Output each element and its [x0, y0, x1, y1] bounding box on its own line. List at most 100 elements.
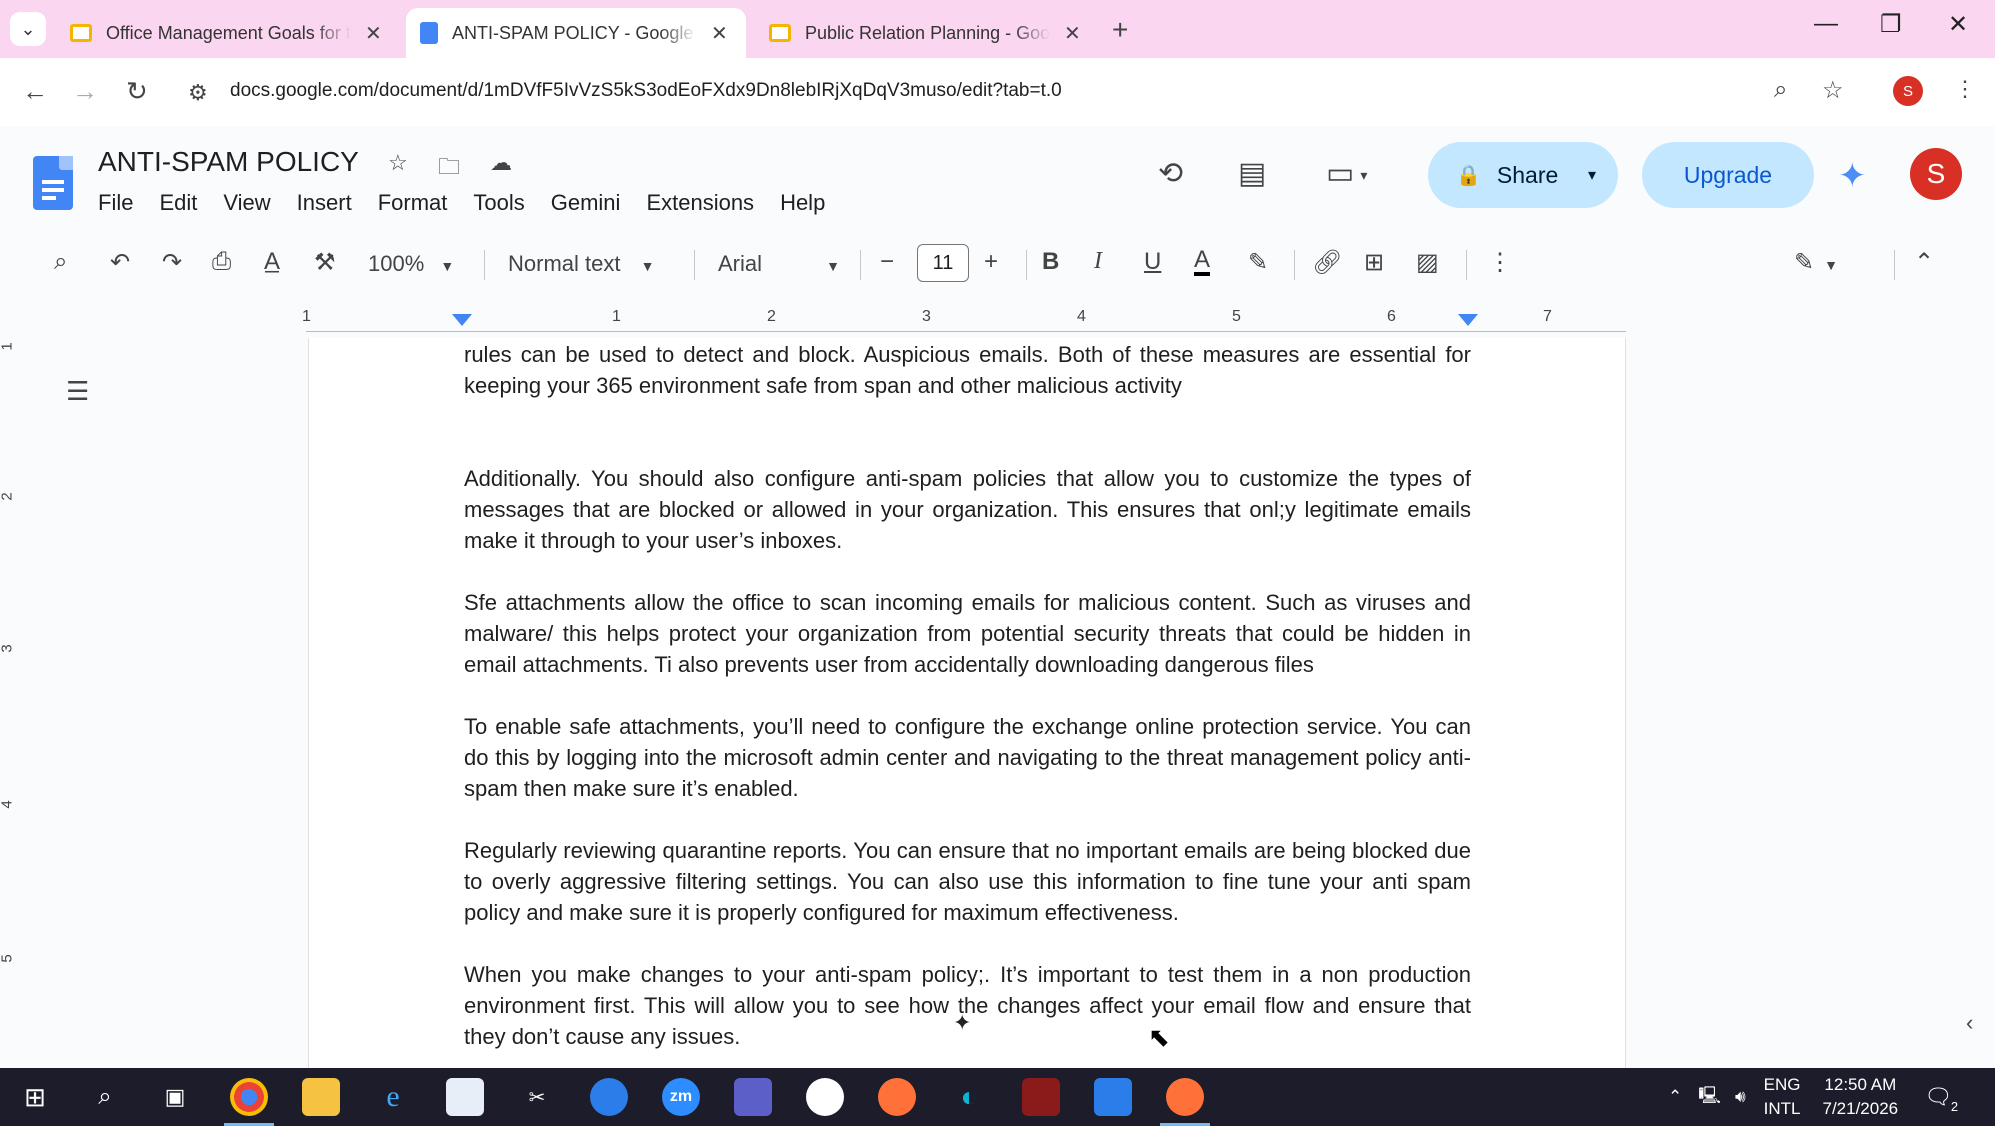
forward-icon[interactable]: →	[72, 76, 98, 107]
increase-font-size-button[interactable]: +	[984, 248, 998, 276]
search-icon[interactable]: ⌕	[86, 1078, 124, 1116]
share-button[interactable]: 🔒 Share ▾	[1428, 142, 1618, 208]
highlight-color-icon[interactable]: ✎	[1248, 248, 1268, 277]
paint-format-icon[interactable]: ⚒	[314, 248, 336, 277]
decrease-font-size-button[interactable]: −	[880, 248, 894, 276]
insert-comment-icon[interactable]: ⊞	[1364, 248, 1384, 277]
menu-view[interactable]: View	[223, 190, 270, 216]
hide-menus-icon[interactable]: ⌃	[1914, 248, 1934, 277]
menu-file[interactable]: File	[98, 190, 133, 216]
browser-profile-avatar[interactable]: S	[1893, 76, 1923, 106]
share-dropdown-icon[interactable]: ▾	[1588, 165, 1596, 185]
font-size-input[interactable]: 11	[917, 244, 969, 282]
file-explorer-icon[interactable]	[302, 1078, 340, 1116]
document-outline-icon[interactable]: ☰	[66, 376, 89, 407]
volume-icon[interactable]: 🔊︎	[1735, 1087, 1746, 1107]
snipping-tool-icon[interactable]: ✂	[518, 1078, 556, 1116]
editing-mode-icon[interactable]: ✎ ▼	[1794, 248, 1838, 277]
notification-icon[interactable]: 🗨 2	[1924, 1084, 1958, 1114]
task-view-icon[interactable]: ▣	[156, 1078, 194, 1116]
firefox-active-icon[interactable]	[1160, 1078, 1210, 1126]
tray-overflow-icon[interactable]: ⌃	[1668, 1087, 1682, 1107]
browser-menu-icon[interactable]: ⋮	[1954, 76, 1976, 102]
bold-icon[interactable]: B	[1042, 248, 1059, 276]
paragraph[interactable]: When you make changes to your anti-spam …	[464, 959, 1471, 1052]
search-menus-icon[interactable]: ⌕	[54, 248, 67, 276]
move-folder-icon[interactable]: 🗀	[438, 150, 460, 188]
tab-search-button[interactable]: ⌄	[10, 12, 46, 46]
menu-tools[interactable]: Tools	[473, 190, 524, 216]
zoom-icon[interactable]: ⌕	[1774, 76, 1787, 104]
menu-insert[interactable]: Insert	[297, 190, 352, 216]
back-icon[interactable]: ←	[22, 76, 48, 107]
menu-format[interactable]: Format	[378, 190, 448, 216]
close-icon[interactable]: ✕	[1064, 21, 1081, 46]
tab-anti-spam-policy[interactable]: ANTI-SPAM POLICY - Google D ✕	[406, 8, 746, 58]
internet-explorer-icon[interactable]: e	[374, 1078, 412, 1116]
star-icon[interactable]: ☆	[388, 150, 408, 176]
language-indicator[interactable]: ENG INTL	[1764, 1073, 1801, 1121]
spellcheck-icon[interactable]: A̲	[264, 248, 280, 276]
close-icon[interactable]: ✕	[711, 21, 728, 46]
side-panel-toggle-icon[interactable]: ‹	[1966, 1010, 1973, 1036]
paragraph[interactable]: To enable safe attachments, you’ll need …	[464, 711, 1471, 804]
document-body[interactable]: rules can be used to detect and block. A…	[464, 338, 1471, 1068]
menu-edit[interactable]: Edit	[159, 190, 197, 216]
cloud-saved-icon[interactable]: ☁	[490, 150, 512, 176]
underline-icon[interactable]: U	[1144, 248, 1161, 276]
close-icon[interactable]: ✕	[365, 21, 382, 46]
print-icon[interactable]: ⎙	[212, 248, 231, 276]
edge-app-icon[interactable]: ◐	[950, 1078, 988, 1116]
menu-extensions[interactable]: Extensions	[646, 190, 754, 216]
restore-button[interactable]: ❐	[1880, 10, 1902, 39]
new-tab-button[interactable]: +	[1112, 14, 1128, 46]
clock[interactable]: 12:50 AM 7/21/2026	[1823, 1073, 1899, 1121]
upgrade-button[interactable]: Upgrade	[1642, 142, 1814, 208]
insert-image-icon[interactable]: ▨	[1416, 248, 1439, 277]
italic-icon[interactable]: I	[1094, 248, 1102, 275]
zoom-select[interactable]: 100% ▼	[368, 251, 454, 277]
zoom-app-icon[interactable]: zm	[662, 1078, 700, 1116]
paragraph[interactable]: Regularly reviewing quarantine reports. …	[464, 835, 1471, 928]
left-indent-marker[interactable]	[452, 314, 472, 326]
document-page[interactable]: rules can be used to detect and block. A…	[308, 338, 1626, 1068]
gemini-icon[interactable]: ✦	[1838, 156, 1867, 196]
more-options-icon[interactable]: ⋮	[1488, 248, 1512, 277]
menu-gemini[interactable]: Gemini	[551, 190, 621, 216]
chrome-icon[interactable]	[224, 1078, 274, 1126]
slack-icon[interactable]	[806, 1078, 844, 1116]
minimize-button[interactable]: —	[1814, 10, 1838, 38]
windows-start-icon[interactable]: ⊞	[16, 1078, 54, 1116]
document-title[interactable]: ANTI-SPAM POLICY	[98, 146, 359, 178]
text-color-icon[interactable]: A	[1194, 248, 1211, 276]
url-field[interactable]: docs.google.com/document/d/1mDVfF5IvVzS5…	[230, 80, 1062, 102]
word-icon[interactable]	[1094, 1078, 1132, 1116]
teams-icon[interactable]	[734, 1078, 772, 1116]
firefox-icon[interactable]	[878, 1078, 916, 1116]
winrar-icon[interactable]	[1022, 1078, 1060, 1116]
paragraph[interactable]: rules can be used to detect and block. A…	[464, 339, 1471, 401]
paragraph[interactable]: Additionally. You should also configure …	[464, 463, 1471, 556]
comments-icon[interactable]: ▤	[1238, 156, 1266, 191]
tab-office-management[interactable]: Office Management Goals for t ✕	[56, 8, 396, 58]
right-indent-marker[interactable]	[1458, 314, 1478, 326]
redo-icon[interactable]: ↷	[162, 248, 182, 277]
thunderbird-icon[interactable]	[590, 1078, 628, 1116]
meet-icon[interactable]: ▭ ▾	[1326, 156, 1367, 191]
gemini-hover-icon[interactable]: ✦	[953, 1010, 971, 1036]
paragraph[interactable]: Sfe attachments allow the office to scan…	[464, 587, 1471, 680]
paragraph-style-select[interactable]: Normal text ▼	[508, 251, 654, 277]
menu-help[interactable]: Help	[780, 190, 825, 216]
font-select[interactable]: Arial ▼	[718, 251, 840, 277]
account-avatar[interactable]: S	[1910, 148, 1962, 200]
version-history-icon[interactable]: ⟲	[1158, 156, 1183, 191]
notepad-icon[interactable]	[446, 1078, 484, 1116]
docs-logo-icon[interactable]	[33, 156, 73, 210]
tab-public-relation-planning[interactable]: Public Relation Planning - Goo ✕	[755, 8, 1095, 58]
close-window-button[interactable]: ✕	[1948, 10, 1968, 39]
undo-icon[interactable]: ↶	[110, 248, 130, 277]
reload-icon[interactable]: ↻	[126, 76, 148, 107]
network-icon[interactable]: 🖳	[1698, 1083, 1721, 1112]
insert-link-icon[interactable]: 🔗︎	[1312, 248, 1342, 277]
bookmark-star-icon[interactable]: ☆	[1822, 76, 1844, 105]
